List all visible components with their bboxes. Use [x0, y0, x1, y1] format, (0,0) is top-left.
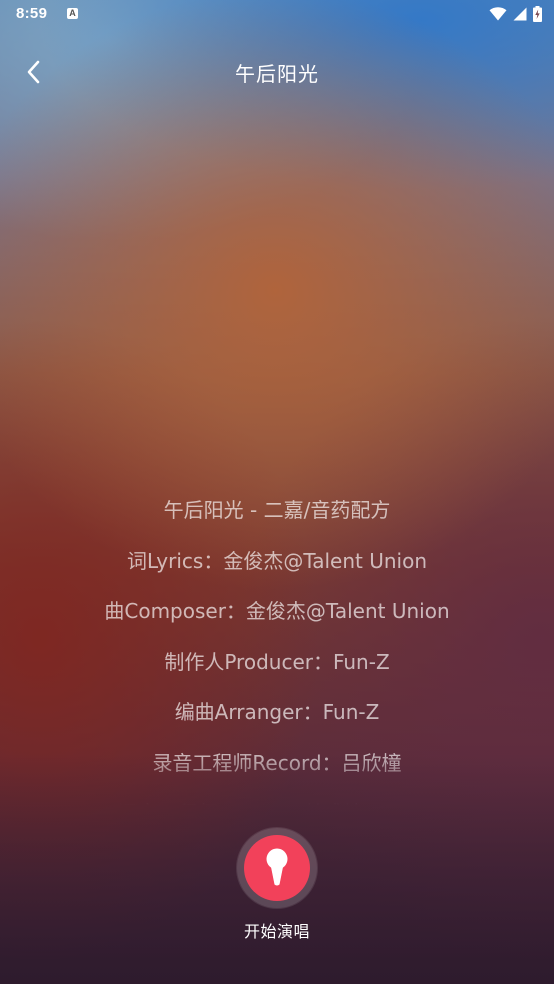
- battery-charging-icon: [533, 6, 542, 22]
- page-title: 午后阳光: [235, 62, 319, 86]
- cellular-signal-icon: [513, 7, 527, 21]
- start-singing-inner[interactable]: [244, 835, 310, 901]
- lyric-line: 制作人Producer：Fun-Z: [164, 649, 390, 674]
- status-bar: 8:59 A: [0, 0, 554, 30]
- start-singing-button[interactable]: [237, 828, 317, 908]
- status-time: 8:59: [16, 5, 48, 22]
- lyric-line: 编曲Arranger：Fun-Z: [174, 700, 380, 724]
- microphone-icon: [266, 848, 288, 886]
- lyric-line: 词Lyrics：金俊杰@Talent Union: [126, 548, 428, 573]
- lyric-line: 午后阳光 - 二嘉/音药配方: [163, 498, 391, 522]
- lyric-line: 曲Composer：金俊杰@Talent Union: [104, 599, 450, 623]
- notification-badge-icon: A: [67, 8, 78, 19]
- lyric-line: 混音工程师Mixing：单成坤@SSPD: [0, 788, 554, 805]
- top-bar: 午后阳光: [0, 40, 554, 104]
- karaoke-song-screen: 8:59 A 午后阳光 午后阳光 - 二嘉/音药配方 词Lyrics：金俊杰@T…: [0, 0, 554, 984]
- start-singing-label: 开始演唱: [243, 922, 310, 941]
- wifi-icon: [489, 7, 507, 21]
- lyric-line: 录音工程师Record：吕欣橦: [152, 750, 402, 775]
- lyrics-credits-list: 午后阳光 - 二嘉/音药配方 词Lyrics：金俊杰@Talent Union …: [0, 485, 554, 805]
- system-icons: [489, 4, 542, 24]
